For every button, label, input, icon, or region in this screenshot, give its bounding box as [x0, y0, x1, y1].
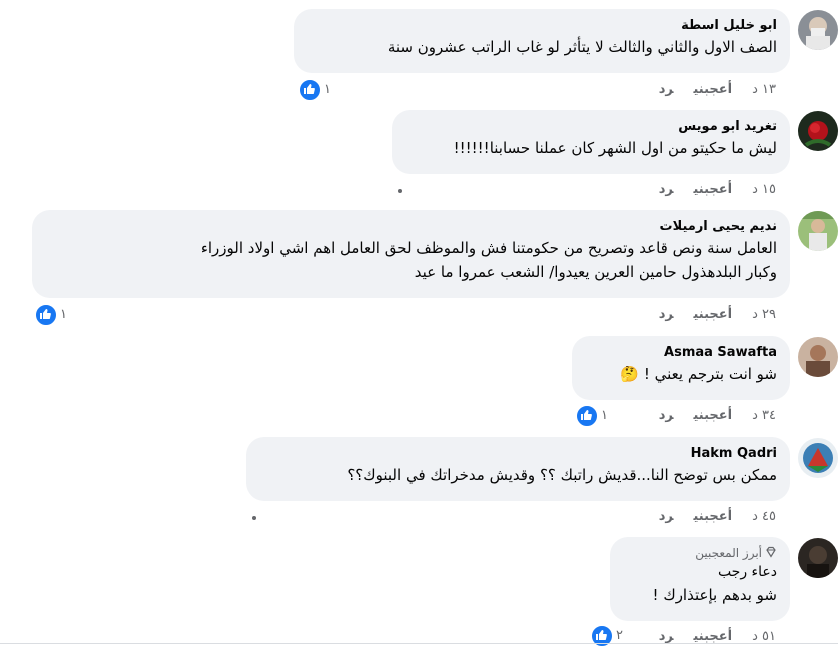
comment-actions: ١٥ د أعجبني رد: [639, 180, 776, 200]
comment-author[interactable]: Hakm Qadri: [259, 445, 777, 463]
like-button[interactable]: أعجبني: [693, 629, 732, 644]
top-fan-label: أبرز المعجبين: [695, 546, 762, 560]
comment-author[interactable]: دعاء رجب: [623, 561, 777, 583]
reaction-count: ١: [601, 408, 608, 423]
reaction-summary[interactable]: ١: [34, 303, 67, 327]
reaction-count: ٢: [616, 628, 623, 643]
comment-text-line: العامل سنة ونص قاعد وتصريح من حكومتنا فش…: [200, 239, 777, 257]
comment-author[interactable]: ابو خليل اسطة: [307, 17, 777, 35]
thumbs-up-icon: [590, 624, 614, 648]
top-fan-badge: أبرز المعجبين: [623, 545, 777, 561]
divider: [0, 643, 838, 644]
comment-actions: ٢٩ د أعجبني رد: [639, 305, 776, 325]
avatar[interactable]: [798, 337, 838, 377]
comment-text-line: وكبار البلدهذول حامين العرين يعيدوا/ الش…: [414, 263, 777, 281]
more-options-icon[interactable]: [398, 189, 402, 193]
reply-button[interactable]: رد: [659, 509, 674, 524]
thumbs-up-icon: [34, 303, 58, 327]
reply-button[interactable]: رد: [659, 408, 674, 423]
comment-time[interactable]: ٣٤ د: [752, 408, 776, 423]
like-button[interactable]: أعجبني: [693, 509, 732, 524]
reply-button[interactable]: رد: [659, 182, 674, 197]
comment-bubble: تغريد ابو مويس ليش ما حكيتو من اول الشهر…: [392, 110, 790, 174]
like-button[interactable]: أعجبني: [693, 307, 732, 322]
reply-button[interactable]: رد: [659, 82, 674, 97]
reaction-count: ١: [324, 82, 331, 97]
comment-time[interactable]: ٢٩ د: [752, 307, 776, 322]
comment-author[interactable]: تغريد ابو مويس: [405, 118, 777, 136]
reply-button[interactable]: رد: [659, 307, 674, 322]
comment-author[interactable]: نديم يحيى ارميلات: [45, 218, 777, 236]
diamond-icon: [766, 546, 776, 558]
more-options-icon[interactable]: [252, 516, 256, 520]
reaction-count: ١: [60, 307, 67, 322]
comment-time[interactable]: ١٥ د: [752, 182, 776, 197]
comment-time[interactable]: ٥١ د: [752, 629, 776, 644]
avatar[interactable]: [798, 111, 838, 151]
thumbs-up-icon: [575, 404, 599, 428]
comment-bubble: أبرز المعجبين دعاء رجب شو بدهم بإعتذارك …: [610, 537, 790, 621]
comment-text: شو انت بترجم يعني ! 🤔: [620, 365, 777, 383]
thumbs-up-icon: [298, 78, 322, 102]
avatar[interactable]: [798, 438, 838, 478]
reply-button[interactable]: رد: [659, 629, 674, 644]
comment-text: ليش ما حكيتو من اول الشهر كان عملنا حساب…: [453, 139, 777, 157]
comment-actions: ١٣ د أعجبني رد: [639, 80, 776, 100]
comment-actions: ٤٥ د أعجبني رد: [639, 507, 776, 527]
reaction-summary[interactable]: ١: [575, 404, 608, 428]
comment-author[interactable]: Asmaa Sawafta: [585, 344, 777, 362]
comment-bubble: Hakm Qadri ممكن بس توضح النا...قديش راتب…: [246, 437, 790, 501]
comment-bubble: Asmaa Sawafta شو انت بترجم يعني ! 🤔: [572, 336, 790, 400]
reaction-summary[interactable]: ١: [298, 78, 331, 102]
comment-actions: ٥١ د أعجبني رد: [639, 627, 776, 647]
avatar[interactable]: [798, 211, 838, 251]
comment-time[interactable]: ٤٥ د: [752, 509, 776, 524]
comment-time[interactable]: ١٣ د: [752, 82, 776, 97]
comment-bubble: ابو خليل اسطة الصف الاول والثاني والثالث…: [294, 9, 790, 73]
avatar[interactable]: [798, 538, 838, 578]
like-button[interactable]: أعجبني: [693, 408, 732, 423]
comment-text: شو بدهم بإعتذارك !: [652, 586, 777, 604]
comment-text: الصف الاول والثاني والثالث لا يتأثر لو غ…: [387, 38, 777, 56]
like-button[interactable]: أعجبني: [693, 182, 732, 197]
like-button[interactable]: أعجبني: [693, 82, 732, 97]
comment-bubble: نديم يحيى ارميلات العامل سنة ونص قاعد وت…: [32, 210, 790, 298]
comment-text: ممكن بس توضح النا...قديش راتبك ؟؟ وقديش …: [347, 466, 777, 484]
avatar[interactable]: [798, 10, 838, 50]
comment-actions: ٣٤ د أعجبني رد: [639, 406, 776, 426]
